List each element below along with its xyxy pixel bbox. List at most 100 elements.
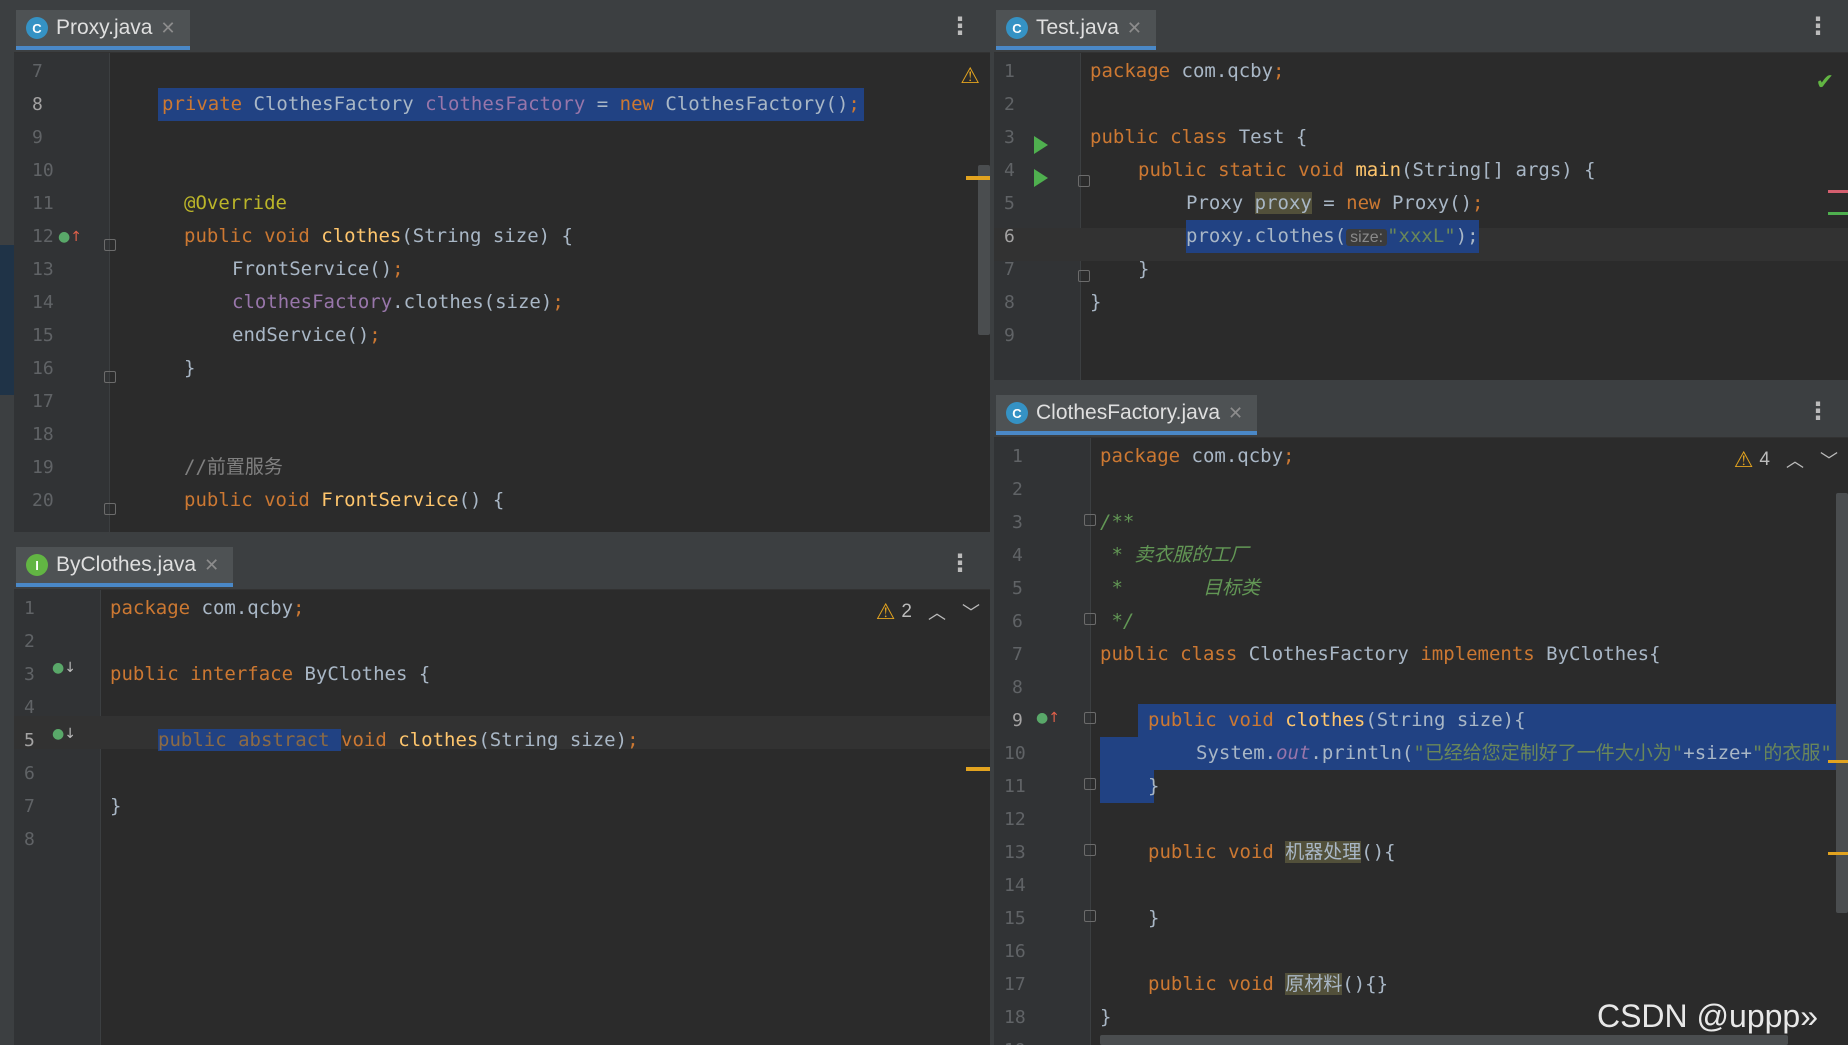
code-token: public static void [1138, 159, 1356, 181]
code-line: } [1138, 258, 1150, 280]
error-marker[interactable] [1828, 190, 1848, 193]
code-token: = [1311, 192, 1347, 214]
code-token: public void [1148, 709, 1286, 731]
code-line: @Override [184, 192, 287, 214]
editor-pane-clothesfactory: C ClothesFactory.java ✕ ⋮ 1 2 3 4 5 6 7 … [994, 385, 1848, 1045]
code-token: ClothesFactory() [653, 93, 849, 115]
horizontal-scrollbar[interactable] [1100, 1035, 1788, 1045]
code-line: System.out.println("已经给您定制好了一件大小为"+size+… [1196, 737, 1832, 770]
code-token: com.qcby [1170, 60, 1274, 82]
code-area[interactable]: package com.qcby; public class Test { pu… [994, 53, 1848, 380]
chevron-up-icon[interactable]: ︿ [928, 599, 946, 625]
tab-proxy-java[interactable]: C Proxy.java ✕ [16, 10, 190, 50]
tab-label: Test.java [1036, 16, 1119, 39]
code-token: System. [1196, 742, 1277, 764]
code-token: clothesFactory [232, 291, 393, 313]
tab-label: Proxy.java [56, 16, 153, 39]
code-line: public void 机器处理(){ [1148, 836, 1396, 869]
code-token: Proxy [1186, 192, 1255, 214]
warning-marker[interactable] [966, 767, 990, 771]
watermark: CSDN @uppp» [1596, 998, 1818, 1034]
code-line: public void clothes(String size) { [184, 220, 573, 253]
code-token: proxy [1254, 192, 1312, 214]
code-token: (){} [1342, 973, 1389, 995]
code-token: ByClothes{ [1534, 643, 1661, 665]
more-options-icon[interactable]: ⋮ [1806, 12, 1830, 40]
code-token: Test { [1227, 126, 1308, 148]
close-icon[interactable]: ✕ [1228, 403, 1243, 424]
tab-byclothes-java[interactable]: I ByClothes.java ✕ [16, 547, 234, 587]
more-options-icon[interactable]: ⋮ [948, 12, 972, 40]
code-token: FrontService [321, 489, 459, 511]
code-token: () { [458, 489, 505, 511]
code-line: public class Test { [1090, 121, 1307, 154]
code-token: public interface [110, 663, 294, 685]
code-token: "的衣服" [1751, 742, 1832, 764]
parameter-hint: size: [1346, 229, 1388, 246]
code-line: /** [1100, 511, 1135, 533]
chevron-down-icon[interactable]: ﹀ [1820, 447, 1838, 473]
close-icon[interactable]: ✕ [204, 555, 219, 576]
tab-clothesfactory-java[interactable]: C ClothesFactory.java ✕ [996, 395, 1258, 435]
chevron-down-icon[interactable]: ﹀ [962, 599, 980, 625]
code-area[interactable]: private ClothesFactory clothesFactory = … [14, 53, 990, 532]
code-line: private ClothesFactory clothesFactory = … [158, 88, 864, 121]
ok-marker[interactable] [1828, 212, 1848, 215]
left-tool-strip-highlight [0, 245, 14, 395]
code-token: public void [1148, 841, 1286, 863]
code-line: } [1100, 1006, 1112, 1028]
editor-pane-proxy: C Proxy.java ✕ ⋮ 7 8 9 10 11 12 13 14 15… [14, 0, 990, 532]
code-token: ; [848, 93, 860, 115]
left-tool-strip [0, 0, 14, 1045]
code-token: private [162, 93, 243, 115]
code-token: 原材料 [1285, 973, 1343, 995]
warning-indicator[interactable]: ⚠ [960, 64, 980, 89]
code-token: new [1346, 192, 1381, 214]
class-icon: C [1006, 402, 1028, 424]
tab-label: ByClothes.java [56, 553, 197, 576]
code-token: ClothesFactory [253, 93, 414, 115]
warning-marker[interactable] [1828, 852, 1848, 855]
editor-pane-byclothes: I ByClothes.java ✕ ⋮ 1 2 3 4 5 6 7 8 ●↓ … [14, 537, 990, 1045]
close-icon[interactable]: ✕ [1127, 18, 1142, 39]
code-line: proxy.clothes(size: "xxxL"); [1186, 220, 1479, 253]
warning-marker[interactable] [966, 176, 990, 180]
selection-gap [329, 729, 342, 751]
chevron-up-icon[interactable]: ︿ [1786, 447, 1804, 473]
close-icon[interactable]: ✕ [160, 18, 175, 39]
class-icon: C [26, 17, 48, 39]
code-token: package [1090, 60, 1171, 82]
code-token: public abstract [158, 729, 330, 751]
code-token: ; [293, 597, 305, 619]
warning-indicator[interactable]: ⚠ 2 ︿ ﹀ [876, 599, 980, 625]
code-token: package [110, 597, 191, 619]
more-options-icon[interactable]: ⋮ [1806, 397, 1830, 425]
scrollbar[interactable] [978, 165, 990, 335]
code-token: out [1276, 742, 1311, 764]
code-line: * 目标类 [1100, 577, 1260, 599]
code-area[interactable]: package com.qcby; public interface ByClo… [14, 590, 990, 1045]
code-token: ; [627, 729, 639, 751]
code-token: ; [552, 291, 564, 313]
code-line: Proxy proxy = new Proxy(); [1186, 187, 1483, 220]
code-token: ClothesFactory [1237, 643, 1421, 665]
code-token: proxy.clothes( [1186, 225, 1347, 247]
more-options-icon[interactable]: ⋮ [948, 549, 972, 577]
code-line: * 卖衣服的工厂 [1100, 544, 1249, 566]
code-line: //前置服务 [184, 456, 283, 478]
code-token: ; [1283, 445, 1295, 467]
code-token: clothesFactory [425, 93, 586, 115]
code-line: } [1148, 775, 1160, 797]
code-token: Proxy() [1380, 192, 1473, 214]
code-area[interactable]: package com.qcby; /** * 卖衣服的工厂 * 目标类 */ … [994, 438, 1848, 1045]
code-token: "xxxL" [1387, 225, 1456, 247]
scrollbar[interactable] [1836, 493, 1848, 913]
code-token: com.qcby [1180, 445, 1284, 467]
warning-marker[interactable] [1828, 760, 1848, 763]
warning-indicator[interactable]: ⚠ 4 ︿ ﹀ [1734, 447, 1838, 473]
warning-icon: ⚠ [960, 64, 980, 89]
tab-test-java[interactable]: C Test.java ✕ [996, 10, 1156, 50]
code-token: (String size){ [1365, 709, 1526, 731]
editor-pane-test: C Test.java ✕ ⋮ 1 2 3 4 5 6 7 8 9 packag… [994, 0, 1848, 380]
checkmark-icon[interactable]: ✔ [1816, 70, 1834, 95]
